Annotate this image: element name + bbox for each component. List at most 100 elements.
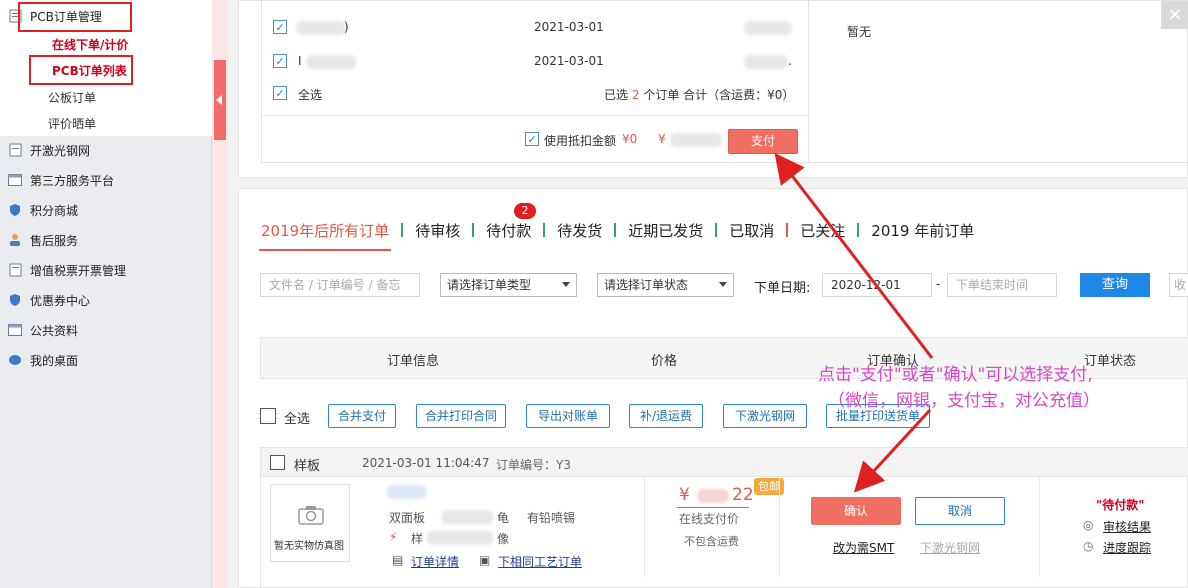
collect-input[interactable]: 收 [1169,273,1188,297]
selected-count: 2 [631,88,640,102]
payment-panel: ✓ ) 2021-03-01 ✓ I 2021-03-01 . ✓ 全选 已选 … [238,0,1188,178]
order-detail-link[interactable]: 订单详情 [411,553,459,570]
redacted-spec [441,510,493,524]
tab-all-orders[interactable]: 2019年后所有订单 [259,220,392,251]
tab-separator [543,223,546,237]
highlight-box [29,55,133,85]
sidebar-item-my-desktop[interactable]: 我的桌面 [8,348,78,372]
tab-separator [472,223,475,237]
sidebar-item-public-data[interactable]: 公共资料 [8,318,78,342]
user-icon [8,233,22,247]
check-circle-icon: ◎ [1083,518,1094,532]
annotation-line-2: （微信，网银，支付宝，对公充值） [828,391,1100,411]
tab-pending-payment[interactable]: 待付款 [484,220,533,241]
same-process-order-link[interactable]: 下相同工艺订单 [498,553,582,570]
price-underline [677,507,749,508]
header-price: 价格 [651,354,678,369]
selected-orders-box: ✓ ) 2021-03-01 ✓ I 2021-03-01 . ✓ 全选 已选 … [261,1,809,163]
tab-pending-shipment[interactable]: 待发货 [555,220,604,241]
tab-cancelled[interactable]: 已取消 [727,220,776,241]
redacted-total [670,133,722,147]
sidebar-item-label: 售后服务 [30,233,79,248]
tab-pending-review[interactable]: 待审核 [413,220,462,241]
export-statement-button[interactable]: 导出对账单 [526,404,610,428]
progress-track-link[interactable]: 进度跟踪 [1103,539,1151,556]
date-dash: - [936,277,941,291]
tab-pre-2019[interactable]: 2019 年前订单 [869,220,976,241]
order-name-suffix: ) [344,20,349,34]
query-button[interactable]: 查询 [1080,273,1150,297]
sidebar-item-label: 优惠券中心 [30,293,91,308]
price-value: 22 [732,485,754,505]
keyword-search-input[interactable]: 文件名 / 订单编号 / 备忘 [260,273,420,297]
tab-recently-shipped[interactable]: 近期已发货 [626,220,705,241]
tab-separator [857,223,860,237]
date-label: 下单日期: [754,281,811,296]
document-icon [8,143,22,157]
order-thumbnail: 暂无实物仿真图 [270,484,350,562]
sidebar-item-label: 增值税票开票管理 [30,263,127,278]
order-checkbox[interactable]: ✓ [273,20,287,34]
sidebar-item-points-mall[interactable]: 积分商城 [8,198,78,222]
pending-payment-badge: 2 [514,203,536,219]
sidebar-sub-review[interactable]: 评价晒单 [48,113,96,133]
merge-pay-button[interactable]: 合并支付 [328,404,396,428]
sidebar-sub-public-board[interactable]: 公板订单 [48,87,96,107]
tab-separator [786,223,789,237]
order-tabs: 2019年后所有订单 待审核 待付款 待发货 近期已发货 已取消 已关注 201… [259,215,976,251]
cancel-order-button[interactable]: 取消 [915,497,1005,525]
column-divider [779,477,780,577]
sidebar-item-after-sales[interactable]: 售后服务 [8,228,78,252]
chevron-left-icon [216,95,222,105]
laser-stencil-link[interactable]: 下激光钢网 [920,539,980,556]
laser-stencil-button[interactable]: 下激光钢网 [723,404,807,428]
sidebar-collapse-handle[interactable] [212,0,228,588]
sidebar-item-vat-invoice[interactable]: 增值税票开票管理 [8,258,126,282]
summary-suffix: 个订单 合计（含运费：¥0） [643,88,795,102]
use-balance-checkbox[interactable]: ✓ [525,132,539,146]
shield-icon [8,293,22,307]
shipping-fee-button[interactable]: 补/退运费 [629,404,703,428]
close-button[interactable]: × [1161,1,1188,29]
sidebar-sub-online-order[interactable]: 在线下单/计价 [52,34,128,54]
chevron-down-icon [562,282,570,287]
pay-button[interactable]: 支付 [728,129,798,154]
redacted-filename [387,485,427,499]
order-type-value: 请选择订单类型 [447,278,532,292]
shield-icon [8,203,22,217]
redacted-amount [744,21,792,35]
merge-print-contract-button[interactable]: 合并打印合同 [416,404,506,428]
sidebar-item-label: 第三方服务平台 [30,173,115,188]
select-all-checkbox[interactable]: ✓ [273,86,287,100]
order-type-select[interactable]: 请选择订单类型 [440,273,577,297]
select-all-orders-label: 全选 [284,412,311,427]
switch-to-smt-link[interactable]: 改为需SMT [833,539,894,556]
redacted-amount [744,55,788,69]
clock-icon: ◷ [1083,539,1094,553]
order-number: 订单编号：Y3 [496,458,571,472]
thumbnail-caption: 暂无实物仿真图 [274,541,344,552]
sidebar-item-laser-stencil[interactable]: 开激光钢网 [8,138,90,162]
order-select-checkbox[interactable] [270,455,285,470]
redacted-name [306,55,356,69]
sidebar-item-label: 公共资料 [30,323,79,338]
review-result-link[interactable]: 审核结果 [1103,518,1151,535]
order-row: 暂无实物仿真图 双面板 龟 有铅喷锡 ⚡ 样 像 ▤ 订单详情 ▣ 下相同工艺订… [260,477,1188,588]
tab-separator [614,223,617,237]
order-status-value: 请选择订单状态 [604,278,689,292]
sidebar-item-third-party[interactable]: 第三方服务平台 [8,168,114,192]
end-date-input[interactable]: 下单结束时间 [947,273,1057,297]
copy-icon: ▣ [479,553,491,567]
select-all-orders-checkbox[interactable] [260,408,276,424]
sidebar-item-coupons[interactable]: 优惠券中心 [8,288,90,312]
annotation-text: 点击"支付"或者"确认"可以选择支付, （微信，网银，支付宝，对公充值） [818,362,1100,414]
order-status-select[interactable]: 请选择订单状态 [597,273,734,297]
balance-amount: ¥0 [622,132,638,146]
header-order-info: 订单信息 [387,354,440,369]
order-checkbox[interactable]: ✓ [273,54,287,68]
start-date-input[interactable]: 2020-12-01 [822,273,932,297]
tab-followed[interactable]: 已关注 [798,220,847,241]
order-type: 样板 [294,459,321,474]
confirm-button[interactable]: 确认 [811,497,901,525]
chat-icon [8,353,22,367]
